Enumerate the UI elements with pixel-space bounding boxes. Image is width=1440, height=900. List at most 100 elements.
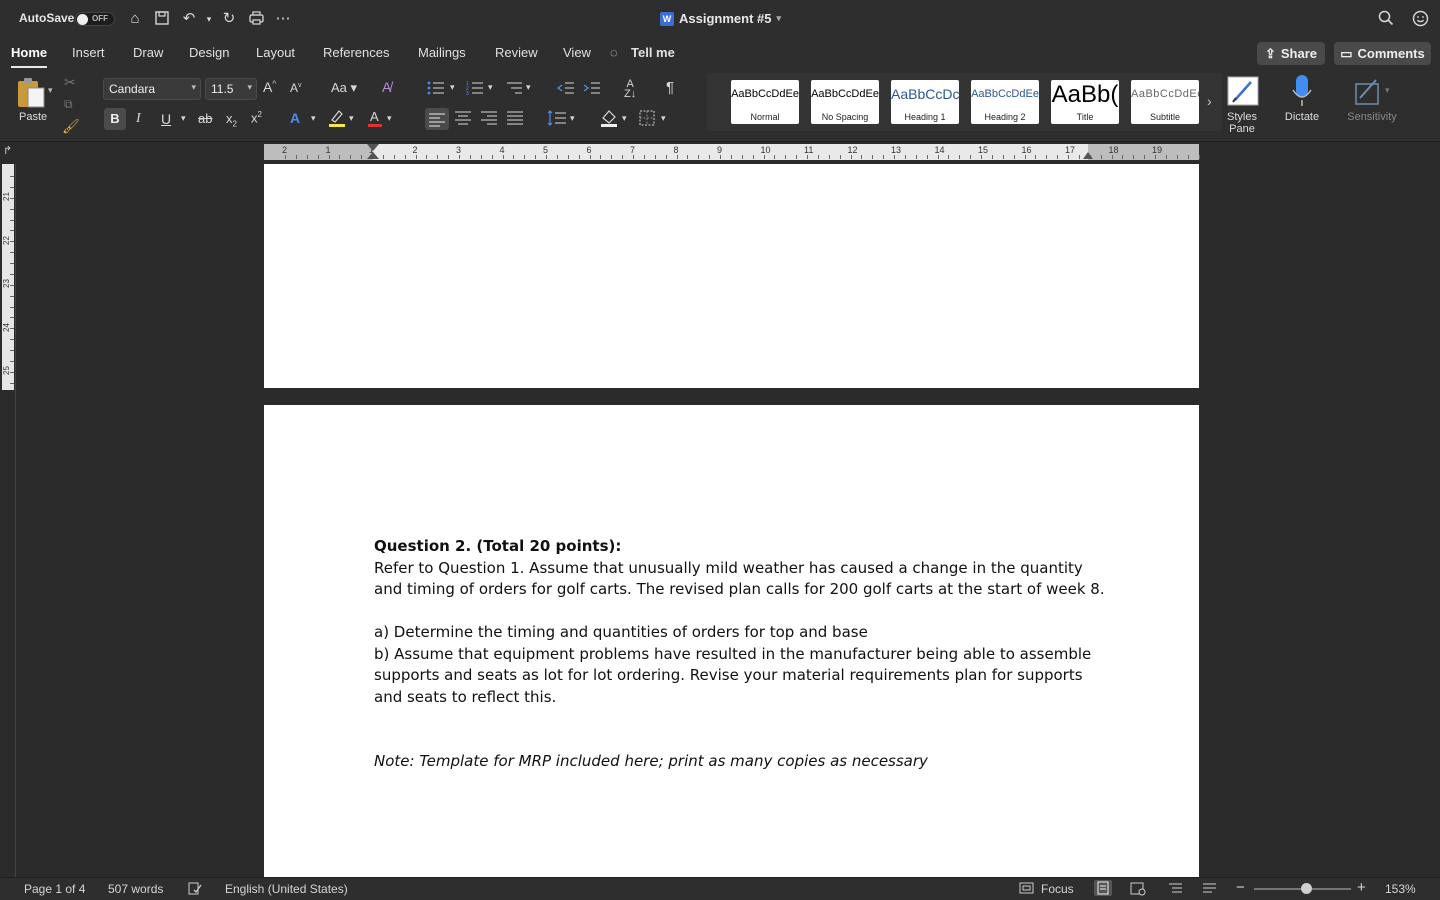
sort-icon[interactable]: A Z↓ bbox=[624, 79, 636, 100]
multilevel-dropdown-icon[interactable]: ▾ bbox=[526, 82, 531, 93]
tab-selector-icon[interactable]: ↱ bbox=[3, 144, 12, 157]
format-painter-icon[interactable]: 🖌 bbox=[62, 118, 80, 135]
highlight-color-icon[interactable] bbox=[328, 108, 346, 131]
bold-button[interactable]: B bbox=[104, 108, 126, 130]
focus-mode[interactable]: Focus bbox=[1041, 882, 1074, 896]
font-color-dropdown-icon[interactable]: ▾ bbox=[387, 113, 392, 124]
right-indent-marker[interactable] bbox=[1083, 152, 1093, 159]
shading-dropdown-icon[interactable]: ▾ bbox=[622, 113, 627, 124]
underline-dropdown-icon[interactable]: ▾ bbox=[181, 113, 186, 124]
zoom-slider-thumb[interactable] bbox=[1301, 883, 1312, 894]
comments-button[interactable]: ▭ Comments bbox=[1334, 42, 1431, 65]
zoom-out-icon[interactable]: − bbox=[1236, 879, 1245, 896]
feedback-smiley-icon[interactable] bbox=[1411, 10, 1429, 28]
gallery-more-icon[interactable]: › bbox=[1207, 93, 1212, 109]
tab-view[interactable]: View bbox=[563, 45, 591, 60]
shading-icon[interactable] bbox=[600, 108, 618, 131]
print-icon[interactable] bbox=[247, 10, 265, 28]
paste-dropdown-icon[interactable]: ▾ bbox=[48, 85, 53, 96]
style-no-spacing[interactable]: AaBbCcDdEe No Spacing bbox=[811, 80, 879, 124]
style-subtitle[interactable]: AaBbCcDdEe Subtitle bbox=[1131, 80, 1199, 124]
tab-design[interactable]: Design bbox=[189, 45, 229, 60]
increase-indent-icon[interactable] bbox=[583, 80, 601, 99]
show-formatting-marks-icon[interactable]: ¶ bbox=[666, 79, 674, 96]
grow-font-icon[interactable]: A^ bbox=[263, 79, 276, 95]
proofing-icon[interactable] bbox=[188, 882, 202, 898]
autosave-toggle[interactable]: OFF bbox=[75, 12, 115, 26]
borders-icon[interactable] bbox=[638, 109, 656, 130]
style-normal[interactable]: AaBbCcDdEe Normal bbox=[731, 80, 799, 124]
document-page-1[interactable] bbox=[264, 164, 1199, 388]
outline-icon[interactable] bbox=[1168, 882, 1183, 898]
decrease-indent-icon[interactable] bbox=[556, 80, 575, 99]
language[interactable]: English (United States) bbox=[225, 882, 348, 896]
superscript-button[interactable]: x2 bbox=[251, 110, 262, 125]
styles-pane-icon[interactable] bbox=[1227, 76, 1259, 109]
word-count[interactable]: 507 words bbox=[108, 882, 163, 896]
style-heading-2[interactable]: AaBbCcDdEe Heading 2 bbox=[971, 80, 1039, 124]
font-name-select[interactable]: Candara ▾ bbox=[103, 78, 201, 100]
tab-draw[interactable]: Draw bbox=[133, 45, 163, 60]
multilevel-list-icon[interactable] bbox=[505, 80, 523, 99]
justify-icon[interactable] bbox=[506, 109, 524, 130]
strikethrough-button[interactable]: ab bbox=[198, 111, 212, 126]
style-title[interactable]: AaBb( Title bbox=[1051, 80, 1119, 124]
change-case-icon[interactable]: Aa ▾ bbox=[331, 80, 357, 96]
font-size-select[interactable]: 11.5 ▾ bbox=[205, 78, 257, 100]
style-heading-1[interactable]: AaBbCcDc Heading 1 bbox=[891, 80, 959, 124]
more-icon[interactable]: ⋯ bbox=[274, 10, 292, 28]
paste-icon[interactable] bbox=[15, 76, 47, 113]
subscript-button[interactable]: x2 bbox=[226, 111, 237, 129]
numbering-dropdown-icon[interactable]: ▾ bbox=[488, 82, 493, 93]
sensitivity-icon[interactable] bbox=[1354, 76, 1384, 109]
first-line-indent-marker[interactable] bbox=[367, 144, 379, 151]
redo-icon[interactable]: ↻ bbox=[220, 10, 238, 28]
hanging-indent-marker[interactable] bbox=[367, 152, 379, 159]
cut-icon[interactable]: ✂ bbox=[64, 74, 76, 91]
focus-icon[interactable] bbox=[1019, 882, 1034, 897]
search-icon[interactable] bbox=[1377, 10, 1395, 28]
tell-me-search[interactable]: Tell me bbox=[631, 45, 675, 60]
draft-icon[interactable] bbox=[1202, 882, 1217, 898]
share-button[interactable]: ⇪ Share bbox=[1257, 42, 1325, 65]
align-left-button[interactable] bbox=[425, 108, 449, 130]
bullets-dropdown-icon[interactable]: ▾ bbox=[450, 82, 455, 93]
italic-button[interactable]: I bbox=[136, 111, 141, 127]
underline-button[interactable]: U bbox=[161, 111, 171, 127]
text-effects-icon[interactable]: A bbox=[290, 110, 300, 126]
line-spacing-dropdown-icon[interactable]: ▾ bbox=[570, 113, 575, 124]
copy-icon[interactable]: ⧉ bbox=[64, 97, 73, 112]
tab-layout[interactable]: Layout bbox=[256, 45, 295, 60]
zoom-in-icon[interactable]: + bbox=[1357, 879, 1366, 896]
numbering-icon[interactable]: 123 bbox=[466, 80, 484, 99]
home-icon[interactable]: ⌂ bbox=[126, 10, 144, 28]
clear-formatting-icon[interactable]: A̸ bbox=[382, 79, 391, 95]
tab-mailings[interactable]: Mailings bbox=[418, 45, 466, 60]
vertical-ruler[interactable]: 21 22 23 24 25 bbox=[0, 164, 16, 878]
save-icon[interactable] bbox=[153, 10, 171, 28]
shrink-font-icon[interactable]: Av bbox=[290, 81, 302, 95]
bullets-icon[interactable] bbox=[427, 80, 445, 99]
font-color-icon[interactable]: A bbox=[367, 108, 383, 131]
tab-review[interactable]: Review bbox=[495, 45, 538, 60]
line-spacing-icon[interactable] bbox=[547, 109, 567, 130]
align-right-icon[interactable] bbox=[480, 109, 498, 130]
tab-references[interactable]: References bbox=[323, 45, 389, 60]
undo-icon[interactable]: ↶ bbox=[180, 10, 198, 28]
highlight-dropdown-icon[interactable]: ▾ bbox=[349, 113, 354, 124]
tab-home[interactable]: Home bbox=[11, 45, 48, 68]
zoom-level[interactable]: 153% bbox=[1385, 882, 1416, 896]
sensitivity-dropdown-icon[interactable]: ▾ bbox=[1385, 85, 1390, 96]
page-count[interactable]: Page 1 of 4 bbox=[24, 882, 85, 896]
web-layout-icon[interactable] bbox=[1130, 882, 1146, 899]
document-body[interactable]: Question 2. (Total 20 points): Refer to … bbox=[374, 536, 1114, 773]
text-effects-dropdown-icon[interactable]: ▾ bbox=[311, 113, 316, 124]
tab-insert[interactable]: Insert bbox=[72, 45, 105, 60]
horizontal-ruler[interactable]: 2 1 1 2 3 4 5 6 7 8 9 10 11 12 13 14 15 16 17 18 19 bbox=[264, 144, 1200, 160]
undo-dropdown-icon[interactable]: ▾ bbox=[200, 10, 218, 28]
borders-dropdown-icon[interactable]: ▾ bbox=[661, 113, 666, 124]
microphone-icon[interactable] bbox=[1291, 74, 1313, 111]
align-center-icon[interactable] bbox=[454, 109, 472, 130]
print-layout-icon[interactable] bbox=[1094, 880, 1112, 896]
document-title[interactable]: W Assignment #5 ▾ bbox=[660, 11, 781, 26]
